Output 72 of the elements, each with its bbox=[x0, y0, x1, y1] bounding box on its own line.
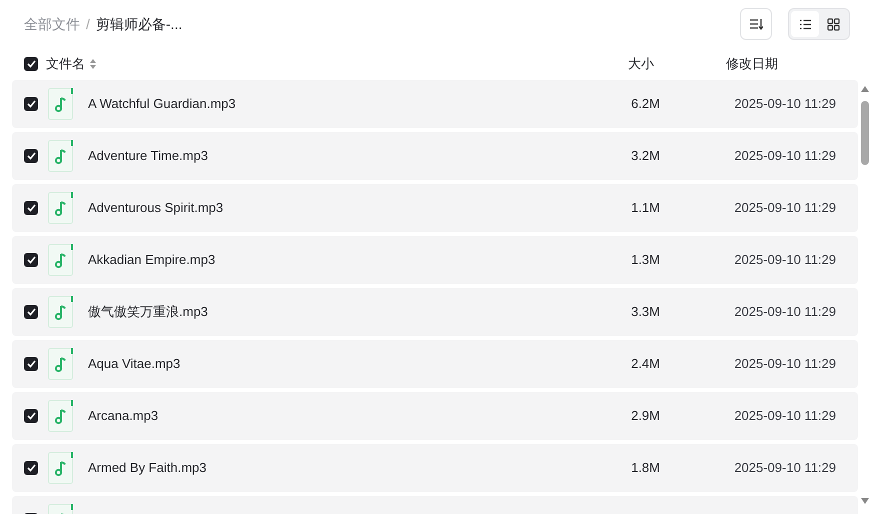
music-file-icon bbox=[48, 88, 74, 120]
checkmark-icon bbox=[26, 100, 36, 108]
scrollbar-thumb[interactable] bbox=[861, 101, 869, 165]
grid-view-icon bbox=[826, 18, 840, 30]
file-size: 2.4M bbox=[630, 355, 660, 374]
file-name: Aqua Vitae.mp3 bbox=[88, 355, 182, 374]
checkbox[interactable] bbox=[24, 57, 38, 71]
sort-button[interactable] bbox=[740, 8, 772, 40]
checkbox[interactable] bbox=[24, 253, 38, 267]
file-row[interactable]: 傲气傲笑万重浪.mp3 3.3M 2025-09-10 11:29 bbox=[12, 288, 858, 336]
scroll-up-icon[interactable] bbox=[860, 85, 870, 93]
checkbox[interactable] bbox=[24, 409, 38, 423]
file-row[interactable]: Adventurous Spirit.mp3 1.1M 2025-09-10 11:29 bbox=[12, 184, 858, 232]
checkbox[interactable] bbox=[24, 461, 38, 475]
checkbox[interactable] bbox=[24, 305, 38, 319]
file-row[interactable]: Armed By Faith.mp3 1.8M 2025-09-10 11:29 bbox=[12, 444, 858, 492]
checkmark-icon bbox=[26, 60, 36, 68]
modified-date: 2025-09-10 11:29 bbox=[733, 303, 837, 322]
file-name: A Watchful Guardian.mp3 bbox=[88, 95, 237, 114]
checkbox[interactable] bbox=[24, 149, 38, 163]
modified-date: 2025-09-10 11:29 bbox=[733, 459, 837, 478]
checkmark-icon bbox=[26, 204, 36, 212]
file-size: 3.3M bbox=[630, 303, 660, 322]
music-file-icon bbox=[48, 348, 74, 380]
sort-arrows-icon[interactable] bbox=[89, 58, 97, 70]
current-folder[interactable]: 剪辑师必备-... bbox=[96, 14, 182, 34]
checkmark-icon bbox=[26, 308, 36, 316]
modified-date: 2025-09-10 11:29 bbox=[733, 147, 837, 166]
date-column-header: 修改日期 bbox=[725, 55, 779, 74]
music-file-icon bbox=[48, 140, 74, 172]
name-column-header[interactable]: 文件名 bbox=[46, 54, 85, 74]
modified-date: 2025-09-10 11:29 bbox=[733, 199, 837, 218]
sort-icon bbox=[749, 18, 763, 30]
file-row[interactable]: Arcana.mp3 2.9M 2025-09-10 11:29 bbox=[12, 392, 858, 440]
music-file-icon bbox=[48, 192, 74, 224]
checkbox[interactable] bbox=[24, 357, 38, 371]
modified-date: 2025-09-10 11:29 bbox=[733, 407, 837, 426]
list-view-icon bbox=[798, 18, 812, 30]
modified-date: 2025-09-10 11:29 bbox=[733, 95, 837, 114]
file-name: 傲气傲笑万重浪.mp3 bbox=[88, 303, 209, 322]
checkmark-icon bbox=[26, 360, 36, 368]
file-size: 1.8M bbox=[630, 459, 660, 478]
file-row[interactable]: Akkadian Empire.mp3 1.3M 2025-09-10 11:29 bbox=[12, 236, 858, 284]
size-column-header: 大小 bbox=[627, 55, 655, 74]
file-name: Adventurous Spirit.mp3 bbox=[88, 199, 224, 218]
checkbox[interactable] bbox=[24, 97, 38, 111]
checkmark-icon bbox=[26, 152, 36, 160]
file-name: Adventure Time.mp3 bbox=[88, 147, 209, 166]
file-row[interactable]: A Watchful Guardian.mp3 6.2M 2025-09-10 11:29 bbox=[12, 80, 858, 128]
checkbox[interactable] bbox=[24, 201, 38, 215]
modified-date: 2025-09-10 11:29 bbox=[733, 355, 837, 374]
list-view-button[interactable] bbox=[791, 11, 819, 37]
scroll-down-icon[interactable] bbox=[860, 497, 870, 505]
modified-date: 2025-09-10 11:29 bbox=[733, 251, 837, 270]
file-name: Akkadian Empire.mp3 bbox=[88, 251, 216, 270]
file-row[interactable]: Aqua Vitae.mp3 2.4M 2025-09-10 11:29 bbox=[12, 340, 858, 388]
file-row[interactable]: Adventure Time.mp3 3.2M 2025-09-10 11:29 bbox=[12, 132, 858, 180]
file-size: 6.2M bbox=[630, 95, 660, 114]
file-name: Armed By Faith.mp3 bbox=[88, 459, 208, 478]
file-size: 3.2M bbox=[630, 147, 660, 166]
file-name: Arcana.mp3 bbox=[88, 407, 160, 426]
file-size: 1.1M bbox=[630, 199, 660, 218]
music-file-icon bbox=[48, 296, 74, 328]
file-size: 1.3M bbox=[630, 251, 660, 270]
checkmark-icon bbox=[26, 256, 36, 264]
checkmark-icon bbox=[26, 412, 36, 420]
file-size: 2.9M bbox=[630, 407, 660, 426]
music-file-icon bbox=[48, 452, 74, 484]
music-file-icon bbox=[48, 400, 74, 432]
checkmark-icon bbox=[26, 464, 36, 472]
music-file-icon bbox=[48, 244, 74, 276]
breadcrumb-separator: / bbox=[86, 14, 90, 34]
